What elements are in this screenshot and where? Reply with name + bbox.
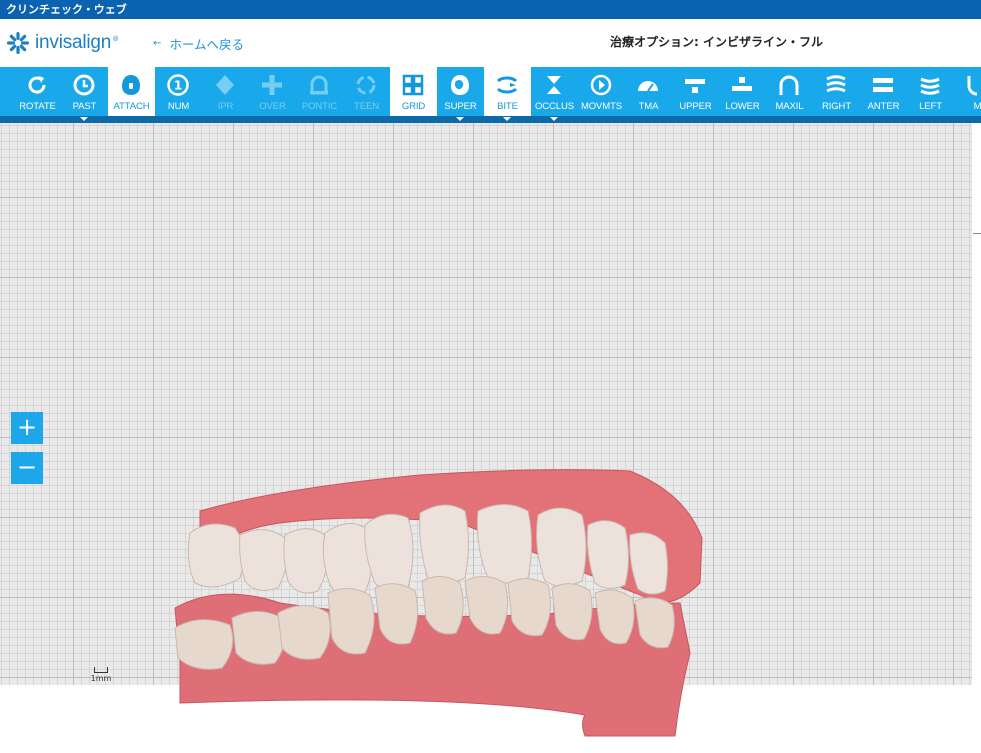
dental-model-3d[interactable]	[160, 453, 720, 753]
scale-label: 1mm	[90, 674, 112, 683]
toolbar-rotate-button[interactable]: ROTATE	[14, 67, 61, 117]
toolbar-button-label: M	[973, 101, 981, 112]
zoom-in-button[interactable]: +	[11, 412, 43, 444]
teen-icon	[356, 75, 376, 95]
attachment-icon	[122, 75, 140, 95]
main-toolbar: ROTATE PAST ATTACH 1 NUM IPR OVER PONTIC TEEN GRI…	[0, 67, 981, 117]
rotate-icon	[28, 76, 46, 94]
toolbar-occlus-button[interactable]: OCCLUS	[531, 67, 578, 117]
movements-icon	[590, 74, 612, 96]
scale-bar	[94, 667, 108, 673]
invisalign-logo: invisalign ®	[6, 30, 119, 56]
vertical-scrollbar[interactable]	[972, 123, 981, 685]
toolbar-over-button[interactable]: OVER	[249, 67, 296, 117]
anterior-view-icon	[873, 78, 893, 92]
dropdown-arrow-icon[interactable]	[80, 117, 88, 121]
toolbar-past-button[interactable]: PAST	[61, 67, 108, 117]
dropdown-arrow-icon[interactable]	[550, 117, 558, 121]
toolbar-grid-button[interactable]: GRID	[390, 67, 437, 117]
lower-arch-icon	[732, 77, 752, 91]
page-title: 治療オプション: インビザライン・フル	[610, 35, 823, 49]
toolbar-m-button[interactable]: M	[954, 67, 981, 117]
svg-text:1: 1	[174, 79, 182, 93]
toolbar-maxil-button[interactable]: MAXIL	[766, 67, 813, 117]
back-to-home-label: ホームへ戻る	[169, 37, 245, 52]
maxillary-arch-icon	[779, 75, 799, 95]
toolbar-right-button[interactable]: RIGHT	[813, 67, 860, 117]
logo-trademark: ®	[112, 35, 120, 43]
ipr-diamond-icon	[216, 75, 234, 95]
left-view-icon	[920, 77, 940, 95]
back-to-home-link[interactable]: ← ホームへ戻る	[153, 34, 244, 53]
toolbar-left-button[interactable]: LEFT	[907, 67, 954, 117]
dropdown-arrow-icon[interactable]	[503, 117, 511, 121]
toolbar-anter-button[interactable]: ANTER	[860, 67, 907, 117]
logo-text: invisalign	[35, 32, 112, 53]
app-header: invisalign ® ← ホームへ戻る 治療オプション: インビザライン・フ…	[0, 19, 981, 67]
pontic-icon	[310, 75, 328, 95]
scale-indicator: 1mm	[86, 667, 116, 683]
3d-viewport-grid[interactable]	[0, 123, 972, 737]
window-title: クリンチェック・ウェブ	[6, 3, 127, 16]
superimpose-icon	[451, 75, 469, 95]
grid-icon	[402, 74, 424, 96]
mandibular-icon	[967, 76, 978, 96]
dropdown-arrow-icon[interactable]	[456, 117, 464, 121]
toolbar-movmts-button[interactable]: MOVMTS	[578, 67, 625, 117]
history-clock-icon	[73, 74, 95, 96]
toolbar-tma-button[interactable]: TMA	[625, 67, 672, 117]
toolbar-num-button[interactable]: 1 NUM	[155, 67, 202, 117]
toolbar-ipr-button[interactable]: IPR	[202, 67, 249, 117]
toolbar-lower-button[interactable]: LOWER	[719, 67, 766, 117]
right-view-icon	[826, 75, 846, 93]
overlay-plus-icon	[262, 75, 282, 95]
toolbar-attach-button[interactable]: ATTACH	[108, 67, 155, 117]
scrollbar-marker	[973, 233, 981, 234]
zoom-out-button[interactable]: −	[11, 452, 43, 484]
toolbar-bite-button[interactable]: BITE	[484, 67, 531, 117]
toolbar-upper-button[interactable]: UPPER	[672, 67, 719, 117]
tma-gauge-icon	[638, 81, 658, 92]
back-arrow-icon: ←	[153, 38, 162, 49]
window-title-bar: クリンチェック・ウェブ	[0, 0, 981, 19]
bite-icon	[496, 76, 518, 94]
toolbar-teen-button[interactable]: TEEN	[343, 67, 390, 117]
logo-star-icon	[7, 32, 29, 54]
number-circle-icon: 1	[167, 74, 189, 96]
toolbar-pontic-button[interactable]: PONTIC	[296, 67, 343, 117]
occlusion-icon	[547, 76, 561, 94]
upper-arch-icon	[685, 79, 705, 93]
toolbar-super-button[interactable]: SUPER	[437, 67, 484, 117]
toolbar-bottom-strip	[0, 116, 981, 123]
